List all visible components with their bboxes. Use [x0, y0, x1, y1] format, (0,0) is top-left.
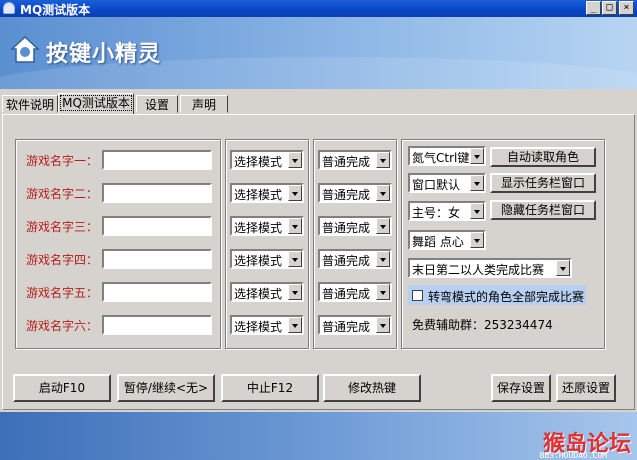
chevron-down-icon[interactable]	[288, 152, 302, 168]
finish-select-4[interactable]: 普通完成	[318, 249, 392, 269]
save-settings-button[interactable]: 保存设置	[491, 374, 551, 402]
minimize-button[interactable]: _	[586, 1, 601, 15]
chevron-down-icon[interactable]	[376, 284, 390, 300]
chevron-down-icon[interactable]	[288, 317, 302, 333]
support-group-text: 免费辅助群：253234474	[412, 318, 553, 332]
status-bar: 猴岛论坛 BBS.HOUDAO.COM	[0, 412, 637, 460]
close-button[interactable]: ×	[619, 1, 634, 15]
mode-value: 选择模式	[234, 155, 283, 169]
tab-settings[interactable]: 设置	[136, 95, 178, 113]
chevron-down-icon[interactable]	[376, 317, 390, 333]
options-group: 氮气Ctrl键 窗口默认 主号：女 舞蹈 点心 自动读取角色 显示任务栏窗口 隐…	[401, 139, 605, 349]
mode-value: 选择模式	[234, 221, 283, 235]
main-account-value: 主号：女	[412, 206, 461, 220]
logo-text: 按键小精灵	[46, 42, 162, 67]
dance-select[interactable]: 舞蹈 点心	[408, 230, 486, 250]
finish-select-6[interactable]: 普通完成	[318, 315, 392, 335]
mode-select-2[interactable]: 选择模式	[230, 183, 304, 203]
key-value: 氮气Ctrl键	[412, 151, 470, 165]
match-mode-select[interactable]: 末日第二以人类完成比赛	[408, 258, 572, 278]
finish-value: 普通完成	[322, 320, 371, 334]
window-select[interactable]: 窗口默认	[408, 173, 486, 193]
window-title: MQ测试版本	[20, 3, 91, 17]
start-button[interactable]: 启动F10	[13, 374, 111, 402]
tab-label: MQ测试版本	[60, 95, 132, 111]
name-label-5: 游戏名字五：	[26, 286, 99, 300]
finish-value: 普通完成	[322, 155, 371, 169]
auto-read-role-button[interactable]: 自动读取角色	[490, 147, 596, 167]
chevron-down-icon[interactable]	[470, 232, 484, 248]
mode-select-6[interactable]: 选择模式	[230, 315, 304, 335]
mode-select-1[interactable]: 选择模式	[230, 150, 304, 170]
match-mode-value: 末日第二以人类完成比赛	[412, 263, 545, 277]
name-input-3[interactable]	[102, 216, 212, 236]
tab-label: 设置	[144, 98, 169, 112]
finish-value: 普通完成	[322, 254, 371, 268]
dance-value: 舞蹈 点心	[412, 235, 464, 249]
mode-value: 选择模式	[234, 287, 283, 301]
finish-select-5[interactable]: 普通完成	[318, 282, 392, 302]
mode-select-4[interactable]: 选择模式	[230, 249, 304, 269]
show-taskbar-window-button[interactable]: 显示任务栏窗口	[490, 173, 596, 193]
tab-statement[interactable]: 声明	[180, 95, 228, 113]
names-group: 游戏名字一： 游戏名字二： 游戏名字三： 游戏名字四： 游戏名字五： 游戏名字六…	[15, 139, 221, 349]
chevron-down-icon[interactable]	[288, 284, 302, 300]
name-input-6[interactable]	[102, 315, 212, 335]
mode-select-5[interactable]: 选择模式	[230, 282, 304, 302]
main-panel: 游戏名字一： 游戏名字二： 游戏名字三： 游戏名字四： 游戏名字五： 游戏名字六…	[2, 114, 635, 410]
logo-house-icon	[10, 35, 40, 63]
finish-group: 普通完成 普通完成 普通完成 普通完成 普通完成 普通完成	[313, 139, 397, 349]
chevron-down-icon[interactable]	[288, 251, 302, 267]
hide-taskbar-window-button[interactable]: 隐藏任务栏窗口	[490, 200, 596, 220]
name-input-5[interactable]	[102, 282, 212, 302]
turn-mode-checkbox-label: 转弯模式的角色全部完成比赛	[428, 290, 585, 304]
mode-select-3[interactable]: 选择模式	[230, 216, 304, 236]
name-input-4[interactable]	[102, 249, 212, 269]
name-input-2[interactable]	[102, 183, 212, 203]
watermark-subtext: BBS.HOUDAO.COM	[539, 451, 607, 460]
turn-mode-checkbox[interactable]	[412, 290, 423, 301]
mode-value: 选择模式	[234, 320, 283, 334]
mode-value: 选择模式	[234, 254, 283, 268]
mode-group: 选择模式 选择模式 选择模式 选择模式 选择模式 选择模式	[225, 139, 309, 349]
stop-button[interactable]: 中止F12	[221, 374, 319, 402]
finish-select-3[interactable]: 普通完成	[318, 216, 392, 236]
tab-software-info[interactable]: 软件说明	[2, 95, 58, 113]
app-icon	[3, 2, 15, 14]
tab-label: 软件说明	[5, 98, 54, 112]
name-label-2: 游戏名字二：	[26, 187, 99, 201]
name-input-1[interactable]	[102, 150, 212, 170]
name-label-1: 游戏名字一：	[26, 154, 99, 168]
tab-label: 声明	[191, 98, 216, 112]
chevron-down-icon[interactable]	[470, 203, 484, 219]
maximize-button[interactable]: □	[602, 1, 617, 15]
key-select[interactable]: 氮气Ctrl键	[408, 146, 486, 166]
name-label-3: 游戏名字三：	[26, 220, 99, 234]
restore-settings-button[interactable]: 还原设置	[556, 374, 616, 402]
banner: 按键小精灵	[0, 17, 637, 89]
finish-value: 普通完成	[322, 287, 371, 301]
finish-select-2[interactable]: 普通完成	[318, 183, 392, 203]
chevron-down-icon[interactable]	[376, 218, 390, 234]
chevron-down-icon[interactable]	[376, 185, 390, 201]
name-label-4: 游戏名字四：	[26, 253, 99, 267]
title-bar: MQ测试版本 _ □ ×	[0, 0, 637, 17]
modify-hotkey-button[interactable]: 修改热键	[323, 374, 421, 402]
name-label-6: 游戏名字六：	[26, 319, 99, 333]
pause-resume-button[interactable]: 暂停/继续<无>	[117, 374, 215, 402]
chevron-down-icon[interactable]	[470, 148, 484, 164]
chevron-down-icon[interactable]	[376, 251, 390, 267]
finish-select-1[interactable]: 普通完成	[318, 150, 392, 170]
tab-mq-test[interactable]: MQ测试版本	[58, 93, 134, 114]
chevron-down-icon[interactable]	[556, 260, 570, 276]
chevron-down-icon[interactable]	[376, 152, 390, 168]
chevron-down-icon[interactable]	[288, 218, 302, 234]
chevron-down-icon[interactable]	[288, 185, 302, 201]
window-value: 窗口默认	[412, 178, 461, 192]
finish-value: 普通完成	[322, 221, 371, 235]
mode-value: 选择模式	[234, 188, 283, 202]
finish-value: 普通完成	[322, 188, 371, 202]
main-account-select[interactable]: 主号：女	[408, 201, 486, 221]
chevron-down-icon[interactable]	[470, 175, 484, 191]
